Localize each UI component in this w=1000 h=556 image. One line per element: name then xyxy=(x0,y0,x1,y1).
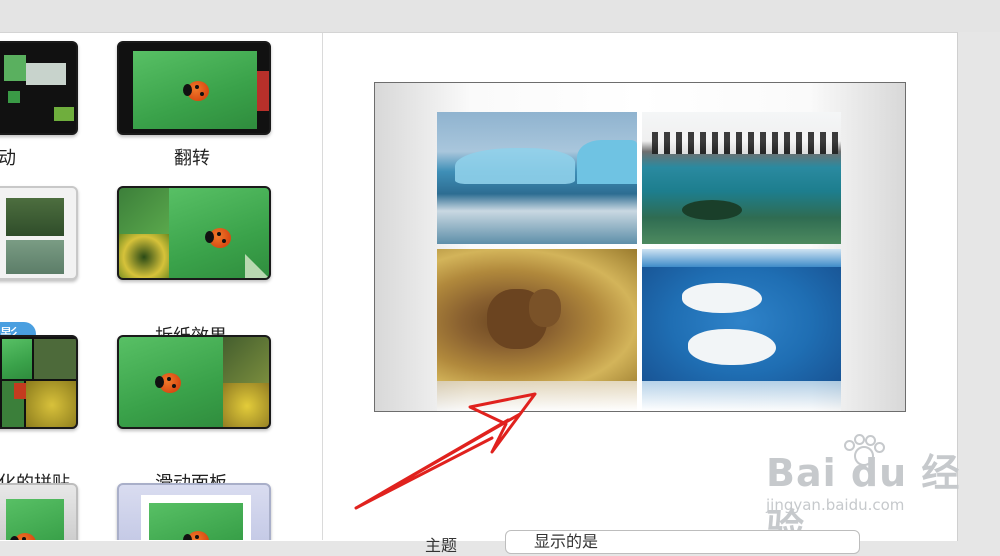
window-titlebar-area xyxy=(0,0,1000,32)
sunflower-photo xyxy=(119,234,169,278)
transition-label-flip: 翻转 xyxy=(174,148,210,169)
reflection xyxy=(437,381,637,411)
preview-photo-glacier xyxy=(437,112,637,244)
ladybug-icon xyxy=(155,373,181,393)
photo-frame xyxy=(6,499,64,540)
rock xyxy=(682,200,742,220)
ladybug-icon xyxy=(183,81,209,101)
transition-thumb-flip[interactable] xyxy=(117,41,271,135)
pane-divider xyxy=(322,33,323,540)
tile-piece xyxy=(4,55,26,81)
mosaic-tile xyxy=(2,339,32,379)
slide-panel-leaf xyxy=(223,337,269,383)
ladybug-icon xyxy=(10,533,36,540)
transition-thumb-3[interactable] xyxy=(0,186,78,280)
water-surface xyxy=(642,249,841,267)
penguin-row xyxy=(652,132,838,154)
transition-thumb-1[interactable] xyxy=(0,41,78,135)
transition-thumb-8[interactable] xyxy=(117,483,271,540)
transition-thumb-slide[interactable] xyxy=(117,335,271,429)
transition-thumb-origami[interactable] xyxy=(117,186,271,280)
bottom-select[interactable]: 显示的是 xyxy=(505,530,860,554)
tile-piece xyxy=(26,63,66,85)
photo-forest xyxy=(6,198,64,236)
ladybug-icon xyxy=(183,531,209,540)
ladybug-icon xyxy=(205,228,231,248)
flip-card xyxy=(133,51,257,129)
polar-bear xyxy=(688,329,776,365)
tile-piece xyxy=(54,107,74,121)
leaf-photo xyxy=(119,188,169,234)
transition-thumb-5[interactable] xyxy=(0,335,78,429)
tile-piece xyxy=(8,91,20,103)
bottom-field-label: 主题 xyxy=(425,536,458,555)
watermark-url: jingyan.baidu.com xyxy=(766,496,905,514)
slide-panel xyxy=(119,337,223,427)
origami-page xyxy=(169,188,269,278)
baidu-watermark: Bai du 经验 jingyan.baidu.com xyxy=(766,432,966,550)
page-curl xyxy=(245,254,269,278)
photo-forest-2 xyxy=(6,240,64,274)
preview-photo-penguins xyxy=(642,112,841,244)
photo-frame xyxy=(141,495,251,540)
preview-photo-lions xyxy=(437,249,637,381)
slide-panel-flower xyxy=(223,383,269,427)
mosaic-tile xyxy=(26,381,76,427)
iceberg xyxy=(577,140,637,184)
iceberg xyxy=(455,148,575,184)
mosaic-tile xyxy=(14,383,26,399)
lion-head xyxy=(529,289,561,327)
preview-photo-polar-bears xyxy=(642,249,841,381)
transition-label-1: 动 xyxy=(0,148,16,169)
polar-bear xyxy=(682,283,762,313)
flip-edge xyxy=(257,71,269,111)
reflection xyxy=(642,381,841,411)
transition-preview xyxy=(374,82,906,412)
photo xyxy=(149,503,243,540)
transition-list[interactable]: 动 翻转 影 折纸效果 化的拼贴 滑动面板 xyxy=(0,33,322,540)
transition-thumb-7[interactable] xyxy=(0,483,78,540)
mosaic-tile xyxy=(34,339,76,379)
